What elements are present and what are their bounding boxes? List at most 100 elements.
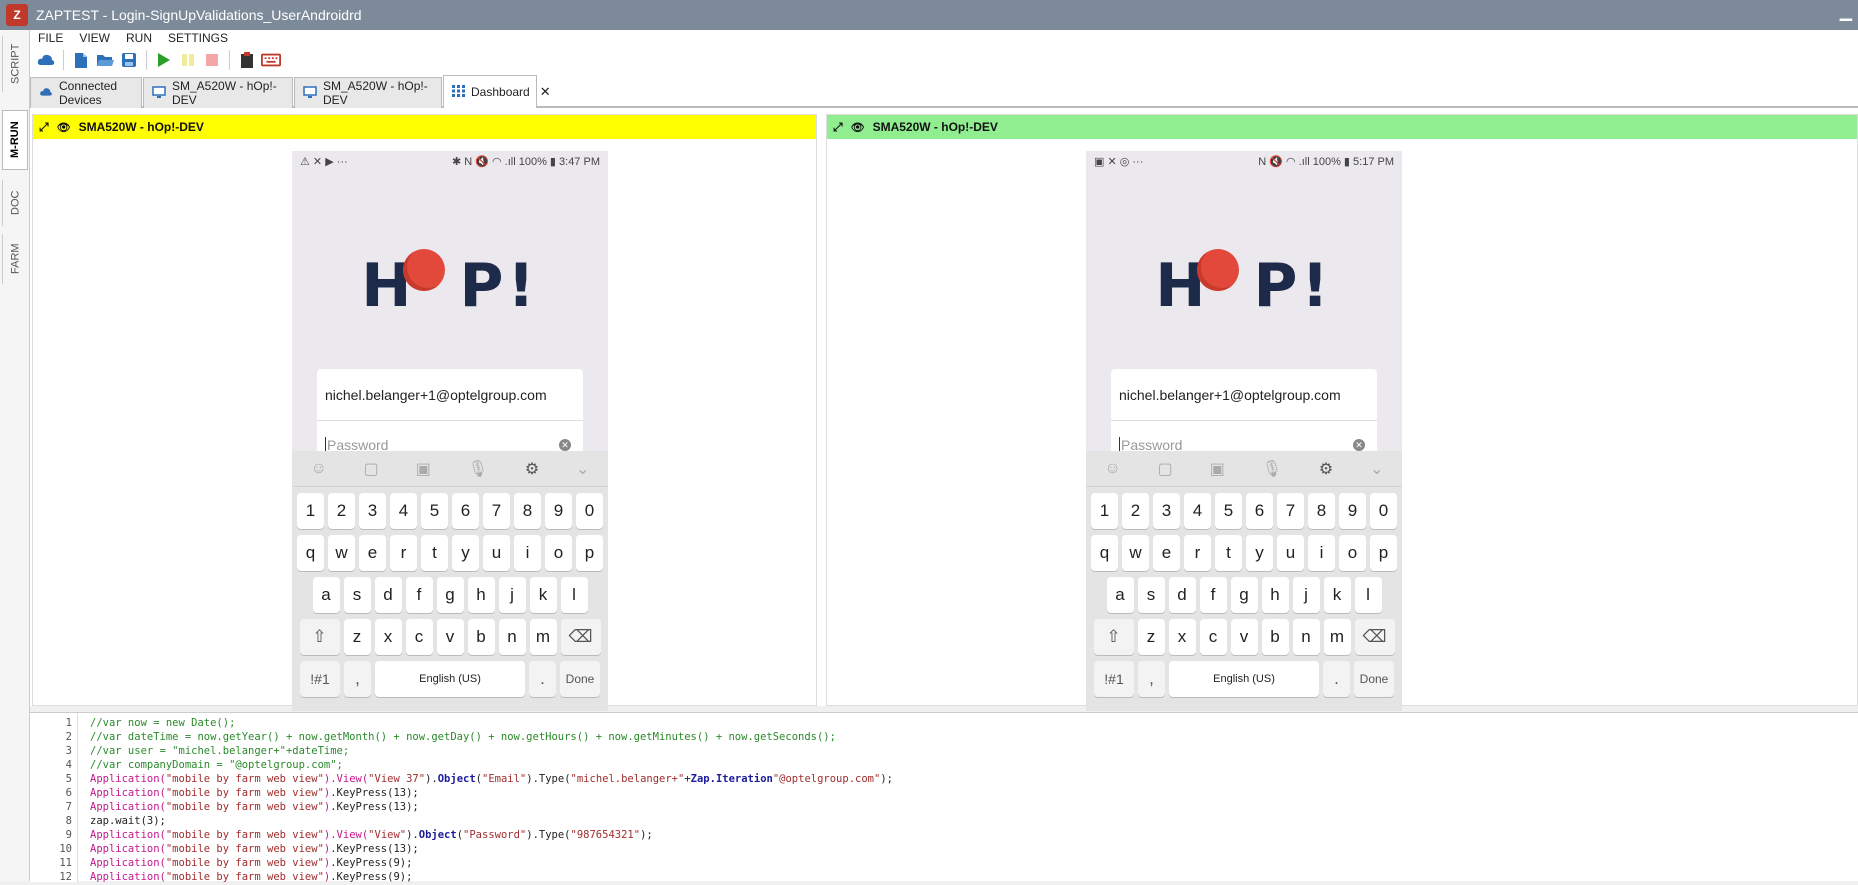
code-line[interactable]: 3 //var user = "michel.belanger+"+dateTim…: [30, 745, 1830, 759]
eye-icon[interactable]: 👁: [851, 121, 865, 134]
key-r[interactable]: r: [390, 535, 417, 571]
key-8[interactable]: 8: [514, 493, 541, 529]
keyboard-icon[interactable]: [261, 50, 281, 70]
tab-device-1[interactable]: SM_A520W - hOp!-DEV: [143, 77, 293, 108]
key-7[interactable]: 7: [483, 493, 510, 529]
key-o[interactable]: o: [1339, 535, 1366, 571]
done-key[interactable]: Done: [1354, 661, 1394, 697]
side-tab-m-run[interactable]: M-RUN: [2, 110, 28, 170]
device-screen[interactable]: ▣ ✕ ◎ ··· N 🔇 ◠ .ıll 100% ▮ 5:17 PM H P! …: [1086, 151, 1402, 711]
key-e[interactable]: e: [359, 535, 386, 571]
key-t[interactable]: t: [421, 535, 448, 571]
mic-icon[interactable]: 🎙: [468, 459, 488, 479]
key-8[interactable]: 8: [1308, 493, 1335, 529]
code-line[interactable]: 6 Application("mobile by farm web view").…: [30, 787, 1830, 801]
new-file-icon[interactable]: [71, 50, 91, 70]
key-k[interactable]: k: [1323, 577, 1351, 613]
key-2[interactable]: 2: [1122, 493, 1149, 529]
key-p[interactable]: p: [1370, 535, 1397, 571]
menu-run[interactable]: RUN: [118, 31, 160, 45]
key-v[interactable]: v: [1230, 619, 1258, 655]
key-3[interactable]: 3: [359, 493, 386, 529]
tab-connected-devices[interactable]: Connected Devices: [30, 77, 142, 108]
close-icon[interactable]: ✕: [540, 84, 551, 100]
key-w[interactable]: w: [1122, 535, 1149, 571]
clear-icon[interactable]: ✕: [1353, 439, 1365, 451]
menu-file[interactable]: FILE: [30, 31, 71, 45]
code-line[interactable]: 12 Application("mobile by farm web view")…: [30, 871, 1830, 885]
key-2[interactable]: 2: [328, 493, 355, 529]
gif-icon[interactable]: ▣: [1210, 459, 1225, 479]
key-9[interactable]: 9: [1339, 493, 1366, 529]
code-line[interactable]: 1 //var now = new Date();: [30, 717, 1830, 731]
backspace-key[interactable]: ⌫: [560, 619, 601, 655]
key-i[interactable]: i: [514, 535, 541, 571]
key-a[interactable]: a: [1106, 577, 1134, 613]
comma-key[interactable]: ,: [1138, 661, 1165, 697]
key-v[interactable]: v: [436, 619, 464, 655]
key-7[interactable]: 7: [1277, 493, 1304, 529]
key-j[interactable]: j: [498, 577, 526, 613]
key-d[interactable]: d: [374, 577, 402, 613]
key-y[interactable]: y: [1246, 535, 1273, 571]
eye-icon[interactable]: 👁: [57, 121, 71, 134]
script-editor[interactable]: 1 //var now = new Date(); 2 //var dateTime …: [30, 712, 1858, 883]
chevron-down-icon[interactable]: ⌄: [1370, 459, 1383, 479]
symbols-key[interactable]: !#1: [300, 661, 340, 697]
key-5[interactable]: 5: [1215, 493, 1242, 529]
clear-icon[interactable]: ✕: [559, 439, 571, 451]
space-key[interactable]: English (US): [1169, 661, 1319, 697]
key-6[interactable]: 6: [1246, 493, 1273, 529]
key-3[interactable]: 3: [1153, 493, 1180, 529]
menu-settings[interactable]: SETTINGS: [160, 31, 236, 45]
email-field[interactable]: nichel.belanger+1@optelgroup.com: [1111, 369, 1377, 421]
key-n[interactable]: n: [498, 619, 526, 655]
key-4[interactable]: 4: [1184, 493, 1211, 529]
key-s[interactable]: s: [1137, 577, 1165, 613]
key-u[interactable]: u: [483, 535, 510, 571]
key-h[interactable]: h: [1261, 577, 1289, 613]
key-r[interactable]: r: [1184, 535, 1211, 571]
key-h[interactable]: h: [467, 577, 495, 613]
code-line[interactable]: 8 zap.wait(3);: [30, 815, 1830, 829]
key-m[interactable]: m: [529, 619, 557, 655]
code-line[interactable]: 7 Application("mobile by farm web view").…: [30, 801, 1830, 815]
key-4[interactable]: 4: [390, 493, 417, 529]
key-0[interactable]: 0: [576, 493, 603, 529]
period-key[interactable]: .: [1323, 661, 1350, 697]
key-x[interactable]: x: [374, 619, 402, 655]
key-k[interactable]: k: [529, 577, 557, 613]
key-6[interactable]: 6: [452, 493, 479, 529]
tab-device-2[interactable]: SM_A520W - hOp!-DEV: [294, 77, 442, 108]
code-line[interactable]: 11 Application("mobile by farm web view")…: [30, 857, 1830, 871]
key-e[interactable]: e: [1153, 535, 1180, 571]
run-icon[interactable]: [154, 50, 174, 70]
pause-icon[interactable]: [178, 50, 198, 70]
shift-key[interactable]: ⇧: [299, 619, 340, 655]
gif-icon[interactable]: ▣: [416, 459, 431, 479]
key-l[interactable]: l: [1354, 577, 1382, 613]
code-line[interactable]: 9 Application("mobile by farm web view").…: [30, 829, 1830, 843]
key-f[interactable]: f: [405, 577, 433, 613]
key-l[interactable]: l: [560, 577, 588, 613]
key-1[interactable]: 1: [1091, 493, 1118, 529]
key-f[interactable]: f: [1199, 577, 1227, 613]
sticker-icon[interactable]: ▢: [364, 459, 379, 479]
code-line[interactable]: 10 Application("mobile by farm web view")…: [30, 843, 1830, 857]
key-a[interactable]: a: [312, 577, 340, 613]
chevron-down-icon[interactable]: ⌄: [576, 459, 589, 479]
key-z[interactable]: z: [343, 619, 371, 655]
key-j[interactable]: j: [1292, 577, 1320, 613]
side-tab-farm[interactable]: FARM: [2, 234, 28, 284]
emoji-icon[interactable]: ☺: [1104, 460, 1120, 478]
side-tab-script[interactable]: SCRIPT: [2, 36, 28, 92]
sticker-icon[interactable]: ▢: [1158, 459, 1173, 479]
key-n[interactable]: n: [1292, 619, 1320, 655]
key-5[interactable]: 5: [421, 493, 448, 529]
key-b[interactable]: b: [1261, 619, 1289, 655]
gear-icon[interactable]: ⚙: [1319, 459, 1333, 479]
key-m[interactable]: m: [1323, 619, 1351, 655]
key-g[interactable]: g: [1230, 577, 1258, 613]
key-1[interactable]: 1: [297, 493, 324, 529]
key-9[interactable]: 9: [545, 493, 572, 529]
